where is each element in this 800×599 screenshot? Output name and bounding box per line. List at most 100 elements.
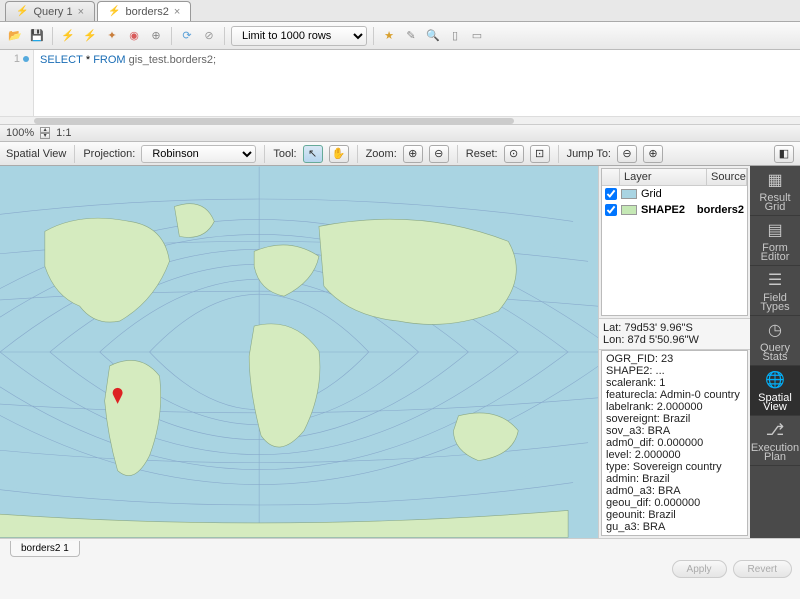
tab-query1[interactable]: ⚡ Query 1 ×	[5, 1, 95, 21]
editor-gutter: 1	[0, 50, 34, 116]
info-line: gu_a3: BRA	[606, 521, 743, 533]
info-line: SHAPE2: ...	[606, 365, 743, 377]
revert-button[interactable]: Revert	[733, 560, 792, 578]
side-field-types[interactable]: ☰ Field Types	[750, 266, 800, 316]
execution-plan-icon: ⎇	[764, 420, 786, 442]
explain-icon[interactable]: ✦	[103, 27, 121, 45]
layer-row-grid[interactable]: Grid	[602, 186, 747, 202]
result-tabs: borders2 1	[0, 538, 800, 558]
query-tabs: ⚡ Query 1 × ⚡ borders2 ×	[0, 0, 800, 22]
zoom-pct: 100%	[6, 127, 34, 139]
toggle-panel-icon[interactable]: ◧	[774, 145, 794, 163]
source-col: Source	[707, 169, 747, 185]
reset-zoom-icon[interactable]: ⊙	[504, 145, 524, 163]
layers-info-pane: Layer Source Grid SHAPE2 borders2 Lat: 7…	[599, 166, 750, 538]
editor-status-row: 100% ▴▾ 1:1	[0, 124, 800, 142]
layer-checkbox[interactable]	[605, 188, 617, 200]
layer-name: SHAPE2	[641, 204, 693, 216]
result-tab[interactable]: borders2 1	[10, 541, 80, 557]
tool-label: Tool:	[273, 148, 296, 160]
pointer-tool-icon[interactable]: ↖	[303, 145, 323, 163]
layers-table[interactable]: Layer Source Grid SHAPE2 borders2	[601, 168, 748, 316]
spatial-view-label: Spatial View	[6, 148, 66, 160]
info-line: level: 2.000000	[606, 449, 743, 461]
side-label: Form Editor	[761, 244, 790, 262]
stop-icon[interactable]: ◉	[125, 27, 143, 45]
sql-editor[interactable]: 1 SELECT * FROM gis_test.borders2;	[0, 50, 800, 116]
lat-value: Lat: 79d53' 9.96"S	[603, 322, 746, 334]
side-result-grid[interactable]: ▦Result Grid	[750, 166, 800, 216]
zoom-in-icon[interactable]: ⊕	[403, 145, 423, 163]
favorite-icon[interactable]: ★	[380, 27, 398, 45]
execute-icon[interactable]: ⚡	[59, 27, 77, 45]
jump-next-icon[interactable]: ⊕	[643, 145, 663, 163]
execute-current-icon[interactable]: ⚡	[81, 27, 99, 45]
info-line: geou_dif: 0.000000	[606, 497, 743, 509]
layer-swatch-icon	[621, 189, 637, 199]
toggle-1-icon[interactable]: ⟳	[178, 27, 196, 45]
toggle-2-icon[interactable]: ⊘	[200, 27, 218, 45]
info-line: scalerank: 1	[606, 377, 743, 389]
side-execution-plan[interactable]: ⎇ Execution Plan	[750, 416, 800, 466]
jump-label: Jump To:	[567, 148, 611, 160]
info-line: type: Sovereign country	[606, 461, 743, 473]
side-spatial-view[interactable]: 🌐 Spatial View	[750, 366, 800, 416]
query-stats-icon: ◷	[764, 320, 786, 342]
pan-tool-icon[interactable]: ✋	[329, 145, 349, 163]
beautify-icon[interactable]: ✎	[402, 27, 420, 45]
open-icon[interactable]: 📂	[6, 27, 24, 45]
spatial-main: Layer Source Grid SHAPE2 borders2 Lat: 7…	[0, 166, 800, 538]
side-label: Query Stats	[760, 344, 790, 362]
tab-label: Query 1	[33, 6, 72, 18]
layer-name: Grid	[641, 188, 662, 200]
apply-button[interactable]: Apply	[672, 560, 727, 578]
info-line: OGR_FID: 23	[606, 353, 743, 365]
info-line: labelrank: 2.000000	[606, 401, 743, 413]
footer: Apply Revert	[0, 558, 800, 580]
save-icon[interactable]: 💾	[28, 27, 46, 45]
close-icon[interactable]: ×	[174, 6, 180, 18]
layer-row-shape[interactable]: SHAPE2 borders2	[602, 202, 747, 218]
lon-value: Lon: 87d 5'50.96"W	[603, 334, 746, 346]
tab-label: borders2	[125, 6, 168, 18]
reset-extent-icon[interactable]: ⊡	[530, 145, 550, 163]
world-map[interactable]	[0, 166, 598, 538]
info-line: admin: Brazil	[606, 473, 743, 485]
result-grid-icon: ▦	[764, 170, 786, 192]
field-types-icon: ☰	[764, 270, 786, 292]
layer-col: Layer	[620, 169, 707, 185]
zoom-label: Zoom:	[366, 148, 397, 160]
cursor-pos: 1:1	[56, 127, 71, 139]
map-viewport[interactable]	[0, 166, 599, 538]
panel-1-icon[interactable]: ▯	[446, 27, 464, 45]
side-label: Field Types	[760, 294, 789, 312]
spatial-view-icon: 🌐	[764, 370, 786, 392]
sql-code[interactable]: SELECT * FROM gis_test.borders2;	[34, 50, 800, 116]
info-line: adm0_dif: 0.000000	[606, 437, 743, 449]
feature-info[interactable]: OGR_FID: 23SHAPE2: ...scalerank: 1featur…	[601, 350, 748, 536]
result-side-strip: ▦Result Grid▤Form Editor ☰ Field Types ◷ Que…	[750, 166, 800, 538]
side-form-editor[interactable]: ▤Form Editor	[750, 216, 800, 266]
search-icon[interactable]: 🔍	[424, 27, 442, 45]
info-line: sov_a3: BRA	[606, 425, 743, 437]
limit-rows-select[interactable]: Limit to 1000 rows	[231, 26, 367, 46]
query-toolbar: 📂 💾 ⚡ ⚡ ✦ ◉ ⊕ ⟳ ⊘ Limit to 1000 rows ★ ✎…	[0, 22, 800, 50]
close-icon[interactable]: ×	[78, 6, 84, 18]
reset-label: Reset:	[466, 148, 498, 160]
side-query-stats[interactable]: ◷ Query Stats	[750, 316, 800, 366]
projection-select[interactable]: Robinson	[141, 145, 256, 163]
commit-icon[interactable]: ⊕	[147, 27, 165, 45]
layer-checkbox[interactable]	[605, 204, 617, 216]
spatial-toolbar: Spatial View Projection: Robinson Tool: …	[0, 142, 800, 166]
zoom-out-icon[interactable]: ⊖	[429, 145, 449, 163]
panel-2-icon[interactable]: ▭	[468, 27, 486, 45]
zoom-stepper[interactable]: ▴▾	[40, 127, 50, 139]
tab-borders2[interactable]: ⚡ borders2 ×	[97, 1, 191, 21]
jump-prev-icon[interactable]: ⊖	[617, 145, 637, 163]
side-label: Execution Plan	[751, 444, 799, 462]
projection-label: Projection:	[83, 148, 135, 160]
layer-source: borders2	[697, 204, 744, 216]
side-label: Spatial View	[758, 394, 792, 412]
editor-scrollbar[interactable]	[0, 116, 800, 124]
info-line: adm0_a3: BRA	[606, 485, 743, 497]
